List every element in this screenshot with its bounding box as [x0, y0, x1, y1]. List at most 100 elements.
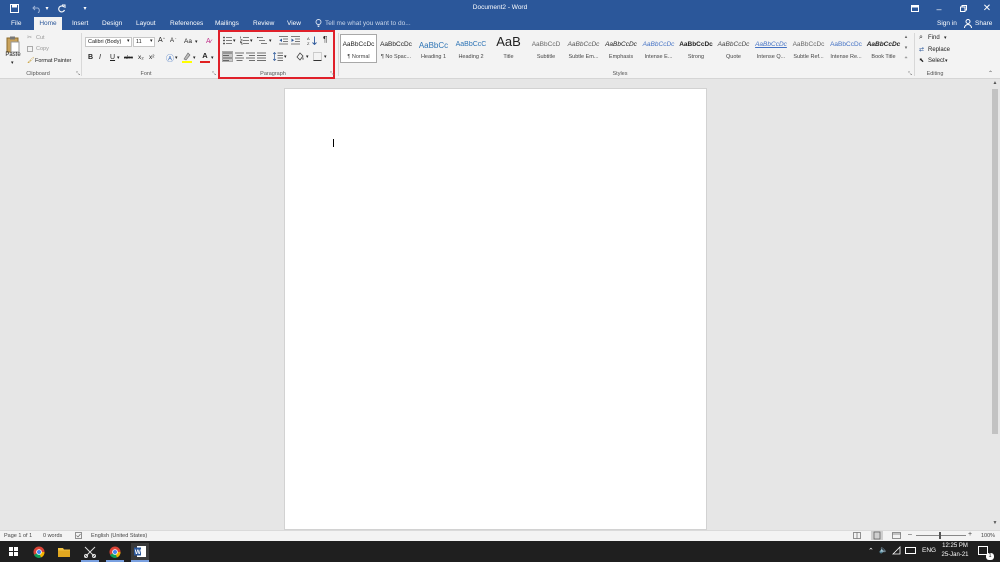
line-spacing-icon[interactable] — [272, 52, 283, 61]
web-layout-icon[interactable] — [892, 532, 901, 539]
tray-overflow-icon[interactable]: ⌃ — [868, 547, 874, 555]
tab-view[interactable]: View — [284, 17, 304, 30]
proofing-icon[interactable] — [75, 532, 82, 539]
font-name-dropdown-icon[interactable]: ▾ — [127, 38, 130, 44]
font-name-combo[interactable]: Calibri (Body) — [85, 37, 132, 47]
align-right-icon[interactable] — [246, 52, 255, 61]
strikethrough-button[interactable]: abc — [124, 55, 133, 61]
collapse-ribbon-icon[interactable]: ⌃ — [988, 70, 993, 77]
style-item[interactable]: AaBbCcDc Strong — [678, 34, 715, 63]
style-item[interactable]: AaBbCcDc Quote — [715, 34, 752, 63]
copy-button[interactable]: Copy — [36, 46, 49, 52]
scroll-down-icon[interactable]: ▼ — [991, 520, 999, 528]
windows-start-icon[interactable] — [4, 543, 22, 560]
vertical-scrollbar[interactable]: ▲ ▼ — [990, 79, 1000, 530]
clipboard-launcher-icon[interactable]: ⤡ — [76, 71, 80, 77]
zoom-level[interactable]: 100% — [981, 533, 995, 539]
paste-dropdown-icon[interactable]: ▾ — [11, 60, 14, 66]
word-taskbar-icon[interactable]: W — [131, 543, 149, 560]
tab-home[interactable]: Home — [34, 17, 62, 30]
style-item[interactable]: AaBbCcC Heading 2 — [453, 34, 490, 63]
find-button[interactable]: Find — [928, 35, 940, 41]
change-case-button[interactable]: Aa — [184, 38, 192, 45]
chrome-running-icon[interactable] — [106, 543, 124, 560]
subscript-button[interactable]: x₂ — [138, 54, 144, 61]
text-effects-icon[interactable]: Ⓐ — [166, 53, 174, 64]
style-item[interactable]: AaBbCcDc Book Title — [865, 34, 902, 63]
text-effects-dropdown-icon[interactable]: ▾ — [175, 55, 178, 61]
style-item[interactable]: AaB Title — [490, 34, 527, 63]
tab-mailings[interactable]: Mailings — [212, 17, 242, 30]
snipping-tool-icon[interactable] — [81, 543, 99, 560]
bold-button[interactable]: B — [88, 54, 93, 61]
superscript-button[interactable]: x² — [149, 54, 154, 61]
tab-references[interactable]: References — [167, 17, 206, 30]
numbering-dropdown-icon[interactable]: ▾ — [250, 38, 253, 44]
shrink-font-button[interactable]: A — [170, 38, 174, 44]
shading-icon[interactable] — [295, 52, 305, 62]
align-left-button[interactable] — [222, 51, 233, 62]
decrease-indent-icon[interactable] — [279, 36, 288, 45]
style-item[interactable]: AaBbCcDc Intense E... — [640, 34, 677, 63]
borders-icon[interactable] — [313, 52, 322, 61]
scrollbar-thumb[interactable] — [992, 89, 998, 434]
tell-me-search[interactable]: Tell me what you want to do... — [322, 17, 414, 30]
highlight-color-icon[interactable] — [182, 52, 192, 63]
scroll-up-icon[interactable]: ▲ — [991, 80, 999, 88]
tab-review[interactable]: Review — [250, 17, 277, 30]
chrome-icon[interactable] — [30, 543, 48, 560]
style-item[interactable]: AaBbCcDc Subtle Ref... — [790, 34, 827, 63]
underline-button[interactable]: U — [110, 54, 115, 61]
change-case-dropdown-icon[interactable]: ▾ — [195, 39, 198, 45]
numbering-icon[interactable] — [240, 36, 249, 45]
underline-dropdown-icon[interactable]: ▾ — [117, 55, 120, 61]
highlight-dropdown-icon[interactable]: ▾ — [193, 55, 196, 61]
word-count[interactable]: 0 words — [43, 533, 62, 539]
multilevel-dropdown-icon[interactable]: ▾ — [269, 38, 272, 44]
network-icon[interactable] — [892, 546, 901, 555]
borders-dropdown-icon[interactable]: ▾ — [324, 54, 327, 60]
cut-button[interactable]: Cut — [36, 35, 45, 41]
minimize-icon[interactable]: – — [928, 0, 950, 17]
zoom-slider[interactable] — [916, 535, 966, 536]
touch-keyboard-icon[interactable] — [905, 547, 916, 554]
ribbon-display-options-icon[interactable] — [904, 0, 926, 17]
share-button[interactable]: Share — [972, 17, 995, 30]
font-color-button[interactable]: A — [200, 52, 210, 63]
style-item[interactable]: AaBbCcDc Emphasis — [603, 34, 640, 63]
font-size-dropdown-icon[interactable]: ▾ — [150, 38, 153, 44]
style-item[interactable]: AaBbCcDc Intense Re... — [828, 34, 865, 63]
zoom-slider-thumb[interactable] — [939, 532, 941, 539]
tab-design[interactable]: Design — [99, 17, 125, 30]
zoom-in-icon[interactable]: + — [968, 531, 972, 538]
format-painter-button[interactable]: Format Painter — [35, 58, 71, 64]
font-launcher-icon[interactable]: ⤡ — [212, 71, 216, 77]
font-color-dropdown-icon[interactable]: ▾ — [211, 55, 214, 61]
find-dropdown-icon[interactable]: ▾ — [944, 35, 947, 41]
shading-dropdown-icon[interactable]: ▾ — [306, 54, 309, 60]
style-item[interactable]: AaBbCcD Subtitle — [528, 34, 565, 63]
clock-date[interactable]: 25-Jan-21 — [938, 552, 972, 558]
read-mode-icon[interactable] — [853, 532, 861, 539]
file-explorer-icon[interactable] — [55, 543, 73, 560]
paragraph-launcher-icon[interactable]: ⤡ — [330, 71, 334, 77]
restore-icon[interactable] — [952, 0, 974, 17]
grow-font-button[interactable]: A — [158, 37, 163, 44]
volume-icon[interactable]: 🔈 — [879, 546, 888, 554]
increase-indent-icon[interactable] — [291, 36, 300, 45]
style-item[interactable]: AaBbCcDc ¶ No Spac... — [378, 34, 415, 63]
tab-layout[interactable]: Layout — [133, 17, 159, 30]
clock-time[interactable]: 12:25 PM — [940, 543, 970, 549]
styles-more-icon[interactable]: ⩡ — [902, 55, 910, 65]
language-indicator[interactable]: English (United States) — [91, 533, 147, 539]
line-spacing-dropdown-icon[interactable]: ▾ — [284, 54, 287, 60]
sort-icon[interactable]: AZ — [307, 36, 317, 46]
select-dropdown-icon[interactable]: ▾ — [945, 58, 948, 64]
justify-icon[interactable] — [257, 52, 266, 61]
styles-scroll-up-icon[interactable]: ▴ — [902, 34, 910, 44]
zoom-out-icon[interactable]: – — [908, 531, 912, 538]
replace-button[interactable]: Replace — [928, 47, 950, 53]
show-formatting-marks-icon[interactable]: ¶ — [323, 35, 327, 44]
select-button[interactable]: Select — [928, 58, 945, 64]
styles-launcher-icon[interactable]: ⤡ — [908, 71, 912, 77]
